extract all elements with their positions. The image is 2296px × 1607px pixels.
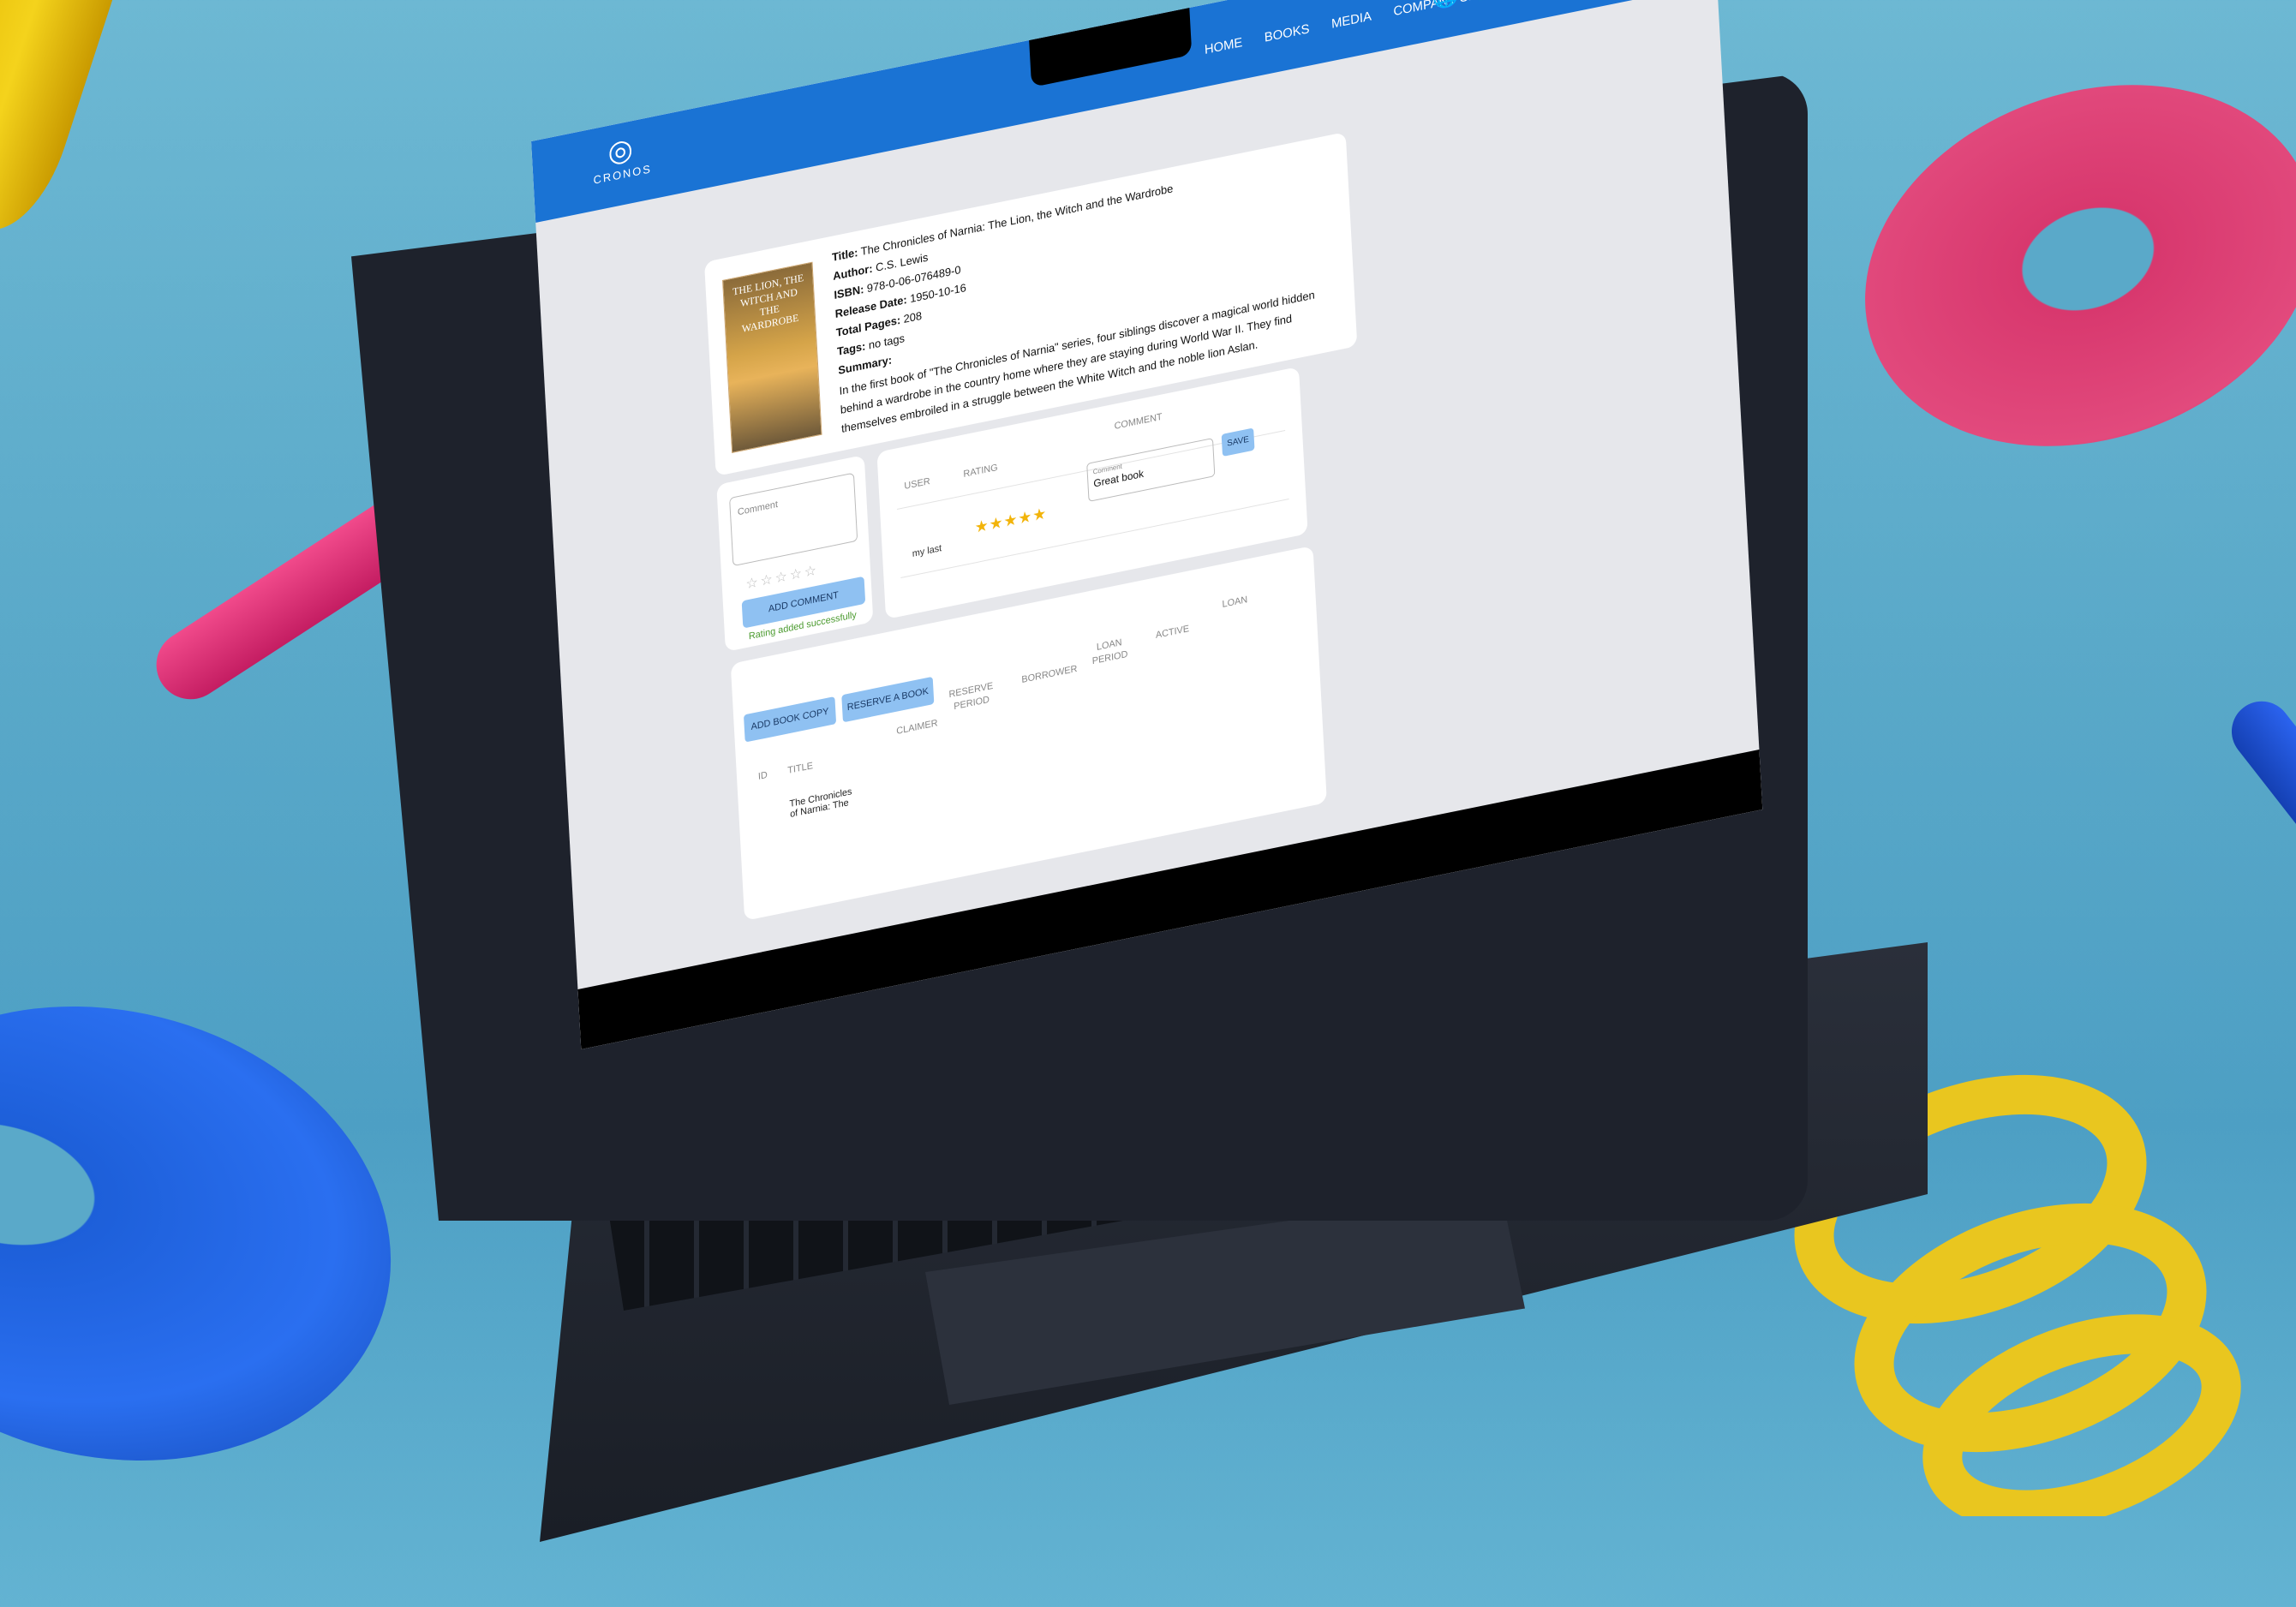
col-header-comment: COMMENT bbox=[1114, 411, 1163, 432]
blue-rod-decoration bbox=[2219, 689, 2296, 862]
nav-books[interactable]: BOOKS bbox=[1264, 21, 1309, 45]
comment-input[interactable]: Comment bbox=[729, 472, 858, 567]
col-header-user: USER bbox=[904, 475, 930, 492]
rating-row-user: my last bbox=[912, 543, 942, 559]
reserve-book-button[interactable]: RESERVE A BOOK bbox=[841, 676, 935, 723]
col-header-rating: RATING bbox=[963, 462, 998, 480]
book-tags: no tags bbox=[868, 332, 906, 352]
nav-home[interactable]: HOME bbox=[1204, 35, 1242, 57]
col-header-active: ACTIVE bbox=[1155, 624, 1190, 641]
col-header-title: TITLE bbox=[787, 761, 814, 776]
col-header-reserve-period: RESERVE PERIOD bbox=[948, 680, 994, 713]
edit-comment-field[interactable]: Comment Great book bbox=[1086, 438, 1216, 502]
book-pages: 208 bbox=[903, 308, 923, 326]
cronos-logo[interactable]: ◎ CRONOS bbox=[583, 126, 662, 201]
main-nav: HOME BOOKS MEDIA COMPANY SETTINGS bbox=[1204, 0, 1523, 57]
add-book-copy-button[interactable]: ADD BOOK COPY bbox=[743, 696, 837, 743]
nav-media[interactable]: MEDIA bbox=[1331, 9, 1372, 32]
blue-donut-decoration bbox=[0, 947, 439, 1520]
col-header-claimer: CLAIMER bbox=[896, 718, 938, 737]
rating-row-stars: ★★★★★ bbox=[974, 504, 1048, 536]
copy-row-title: The Chronicles of Narnia: The bbox=[789, 786, 852, 820]
title-label: Title: bbox=[831, 245, 858, 264]
camera-notch bbox=[1029, 8, 1193, 87]
isbn-label: ISBN: bbox=[834, 282, 864, 302]
user-icon[interactable]: 👤 bbox=[1474, 0, 1503, 3]
book-cover-image: THE LION, THE WITCH AND THE WARDROBE bbox=[722, 261, 822, 453]
globe-icon[interactable]: 🌐 bbox=[1432, 0, 1461, 11]
col-header-borrower: BORROWER bbox=[1021, 663, 1078, 685]
cover-title-text: THE LION, THE WITCH AND THE WARDROBE bbox=[732, 271, 804, 336]
col-header-loan-period: LOAN PERIOD bbox=[1091, 637, 1128, 667]
tags-label: Tags: bbox=[836, 339, 866, 358]
save-button[interactable]: SAVE bbox=[1221, 427, 1255, 457]
col-header-loan: LOAN bbox=[1222, 594, 1248, 610]
yellow-cylinder-decoration bbox=[0, 0, 113, 245]
col-header-id: ID bbox=[757, 769, 768, 782]
add-comment-card: Comment ☆☆☆☆☆ ADD COMMENT Rating added s… bbox=[716, 455, 874, 652]
pink-donut-decoration bbox=[1814, 24, 2296, 507]
